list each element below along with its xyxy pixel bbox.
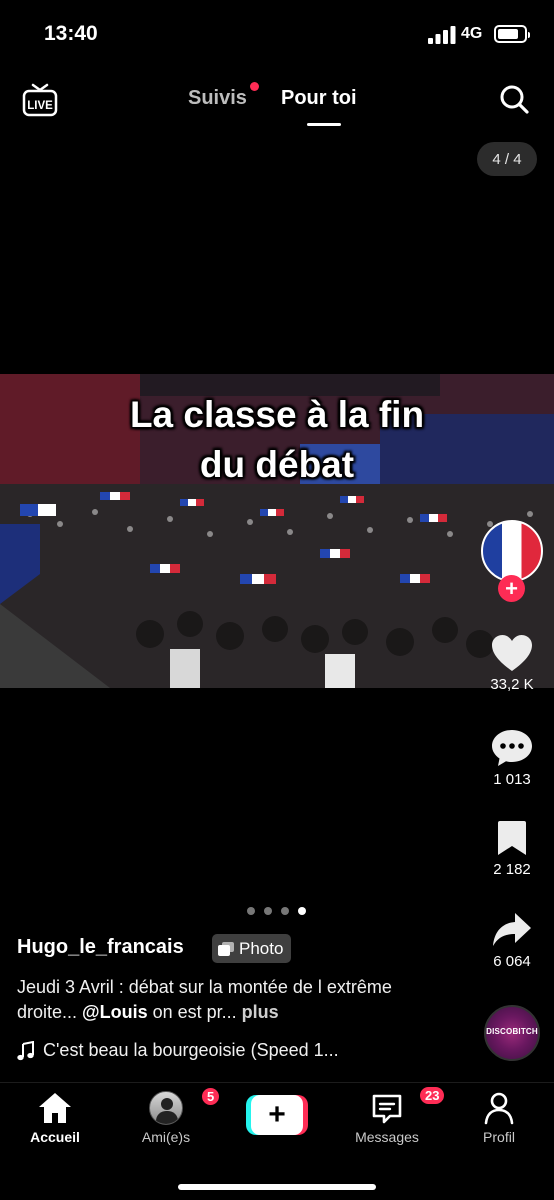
heart-icon bbox=[492, 635, 532, 671]
carousel-dots bbox=[247, 907, 306, 915]
caption-line-2: du débat bbox=[199, 444, 355, 485]
comment-button[interactable]: 1 013 bbox=[480, 728, 544, 788]
carousel-dot[interactable] bbox=[247, 907, 255, 915]
network-type: 4G bbox=[461, 25, 483, 42]
messages-badge: 23 bbox=[418, 1085, 447, 1106]
save-count: 2 182 bbox=[493, 861, 531, 878]
music-note-icon bbox=[17, 1040, 34, 1060]
nav-profile-label: Profil bbox=[483, 1129, 515, 1145]
active-tab-indicator bbox=[307, 123, 341, 126]
like-count: 33,2 K bbox=[490, 676, 534, 693]
photo-caption: La classe à la fin du débat bbox=[0, 390, 554, 490]
status-bar: 13:40 4G bbox=[0, 0, 554, 70]
bookmark-icon bbox=[498, 821, 526, 855]
nav-messages-label: Messages bbox=[355, 1129, 419, 1145]
music-disc[interactable]: DISCOBITCH bbox=[484, 1005, 540, 1061]
top-nav: LIVE Suivis Pour toi bbox=[0, 70, 554, 130]
home-indicator bbox=[178, 1184, 376, 1190]
share-count: 6 064 bbox=[493, 953, 531, 970]
photo-badge-label: Photo bbox=[239, 938, 284, 958]
share-icon bbox=[493, 913, 531, 946]
like-button[interactable]: 33,2 K bbox=[480, 633, 544, 693]
tab-for-you[interactable]: Pour toi bbox=[281, 87, 357, 110]
profile-icon bbox=[484, 1092, 514, 1125]
signal-icon bbox=[428, 26, 456, 44]
post-description[interactable]: Jeudi 3 Avril : débat sur la montée de l… bbox=[17, 975, 437, 1025]
post-photo[interactable]: La classe à la fin du débat bbox=[0, 374, 554, 688]
follow-button[interactable]: + bbox=[498, 575, 525, 602]
nav-messages[interactable]: 23 Messages bbox=[342, 1085, 447, 1145]
comment-icon bbox=[492, 730, 532, 766]
bottom-nav: Accueil 5 Ami(e)s + 23 Messages Profil bbox=[0, 1082, 554, 1200]
home-icon bbox=[39, 1093, 71, 1123]
photo-badge: Photo bbox=[212, 934, 292, 963]
mention-link[interactable]: @Louis bbox=[82, 1002, 148, 1022]
status-time: 13:40 bbox=[44, 22, 98, 45]
more-link[interactable]: plus bbox=[242, 1002, 279, 1022]
caption-line-1: La classe à la fin bbox=[129, 394, 425, 435]
description-tail: on est pr... bbox=[147, 1002, 237, 1022]
battery-icon bbox=[494, 25, 530, 43]
creator-avatar[interactable] bbox=[481, 520, 543, 582]
live-icon[interactable]: LIVE bbox=[22, 83, 58, 117]
music-disc-label: DISCOBITCH bbox=[486, 1027, 538, 1036]
notification-dot bbox=[250, 82, 259, 91]
plus-icon: + bbox=[251, 1095, 303, 1135]
nav-friends[interactable]: 5 Ami(e)s bbox=[121, 1086, 222, 1145]
comment-count: 1 013 bbox=[493, 771, 531, 788]
friends-avatar bbox=[149, 1091, 183, 1125]
carousel-dot-active[interactable] bbox=[298, 907, 306, 915]
username[interactable]: Hugo_le_francais bbox=[17, 936, 184, 959]
nav-home[interactable]: Accueil bbox=[10, 1091, 100, 1145]
music-title: C'est beau la bourgeoisie (Speed 1... bbox=[43, 1040, 339, 1060]
tab-following[interactable]: Suivis bbox=[188, 87, 247, 110]
nav-profile[interactable]: Profil bbox=[454, 1091, 544, 1145]
share-button[interactable]: 6 064 bbox=[480, 910, 544, 970]
photo-counter: 4 / 4 bbox=[477, 142, 537, 176]
save-button[interactable]: 2 182 bbox=[480, 818, 544, 878]
photo-stack-icon bbox=[218, 941, 234, 956]
carousel-dot[interactable] bbox=[264, 907, 272, 915]
live-label: LIVE bbox=[27, 100, 53, 112]
music-row[interactable]: C'est beau la bourgeoisie (Speed 1... bbox=[17, 1040, 339, 1061]
friends-badge: 5 bbox=[200, 1086, 222, 1107]
carousel-dot[interactable] bbox=[281, 907, 289, 915]
message-icon bbox=[372, 1094, 402, 1124]
nav-friends-label: Ami(e)s bbox=[141, 1129, 191, 1145]
search-icon[interactable] bbox=[498, 83, 530, 115]
create-button[interactable]: + bbox=[246, 1095, 308, 1135]
nav-home-label: Accueil bbox=[30, 1129, 80, 1145]
